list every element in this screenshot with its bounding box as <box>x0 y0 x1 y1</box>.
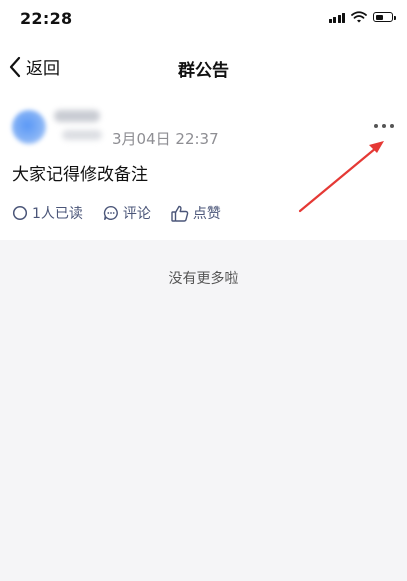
no-more-text: 没有更多啦 <box>168 271 239 287</box>
read-count-button[interactable]: 1人已读 <box>12 203 83 223</box>
post-content: 大家记得修改备注 <box>12 165 148 185</box>
status-bar: 22:28 <box>0 0 407 40</box>
comment-icon <box>103 205 118 220</box>
status-icons <box>328 11 396 23</box>
avatar <box>12 110 46 144</box>
comment-button[interactable]: 评论 <box>103 203 151 223</box>
comment-label: 评论 <box>122 206 151 222</box>
signal-icon <box>328 12 345 23</box>
circle-icon <box>12 205 28 221</box>
nav-bar: 返回 群公告 <box>0 40 407 96</box>
more-dots-icon <box>374 124 394 128</box>
author-info-blurred <box>62 130 102 140</box>
page-title: 群公告 <box>178 61 229 81</box>
read-count-label: 1人已读 <box>32 206 83 222</box>
thumbs-up-icon <box>171 205 189 222</box>
wifi-icon <box>351 11 367 23</box>
post-actions: 1人已读 评论 点赞 <box>12 203 241 223</box>
battery-icon <box>373 12 396 22</box>
like-button[interactable]: 点赞 <box>171 203 221 223</box>
post-timestamp: 3月04日 22:37 <box>112 130 219 148</box>
more-options-button[interactable] <box>371 118 397 134</box>
status-time: 22:28 <box>20 9 73 28</box>
author-name-blurred <box>54 110 100 122</box>
like-label: 点赞 <box>192 206 221 222</box>
announcement-card[interactable]: 3月04日 22:37 大家记得修改备注 1人已读 评论 点赞 <box>0 96 407 240</box>
